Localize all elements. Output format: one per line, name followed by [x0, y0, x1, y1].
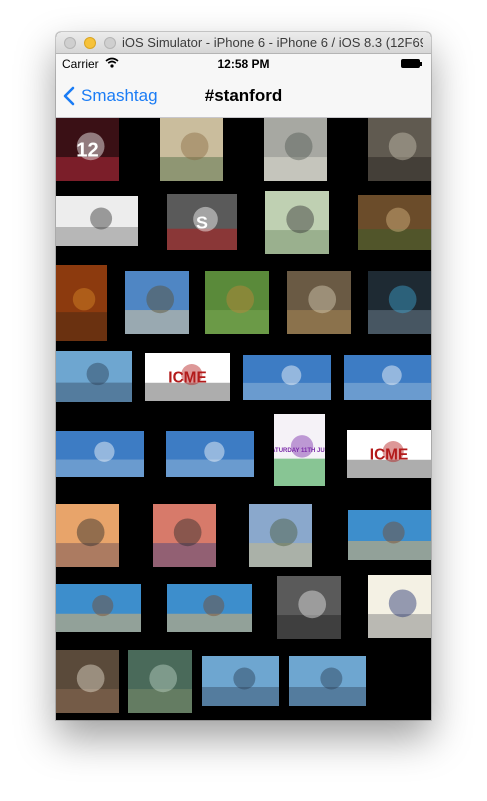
image-thumbnail[interactable]	[125, 271, 189, 334]
svg-text:ICME: ICME	[370, 446, 408, 463]
svg-text:SATURDAY 11TH JULY: SATURDAY 11TH JULY	[274, 448, 325, 454]
nav-title: #stanford	[204, 86, 283, 105]
image-thumbnail[interactable]	[160, 118, 223, 181]
image-thumbnail[interactable]	[128, 650, 192, 713]
svg-text:ICME: ICME	[168, 369, 206, 386]
image-thumbnail[interactable]	[249, 504, 312, 567]
navigation-bar: Smashtag #stanford	[56, 74, 431, 118]
image-thumbnail[interactable]: ICME	[347, 430, 431, 478]
image-thumbnail[interactable]	[289, 656, 366, 706]
image-thumbnail[interactable]	[287, 271, 351, 334]
image-thumbnail[interactable]	[56, 265, 107, 341]
svg-text:S: S	[196, 212, 208, 232]
simulator-window: iOS Simulator - iPhone 6 - iPhone 6 / iO…	[56, 32, 431, 720]
image-thumbnail[interactable]	[166, 431, 254, 477]
tweet-image-grid: 12 S ICME SATURDAY 11TH JULY ICME	[56, 118, 431, 720]
close-window-button[interactable]	[64, 37, 76, 49]
minimize-window-button[interactable]	[84, 37, 96, 49]
image-thumbnail[interactable]	[358, 195, 431, 250]
image-thumbnail[interactable]	[264, 118, 327, 181]
zoom-window-button[interactable]	[104, 37, 116, 49]
status-bar: Carrier 12:58 PM	[56, 54, 431, 74]
image-thumbnail[interactable]	[56, 584, 141, 632]
image-thumbnail[interactable]	[265, 191, 329, 254]
image-thumbnail[interactable]: 12	[56, 118, 119, 181]
status-time: 12:58 PM	[217, 57, 270, 71]
image-thumbnail[interactable]	[344, 355, 431, 400]
svg-text:12: 12	[76, 140, 98, 162]
window-title: iOS Simulator - iPhone 6 - iPhone 6 / iO…	[122, 35, 423, 50]
image-thumbnail[interactable]	[368, 118, 431, 181]
image-thumbnail[interactable]	[56, 351, 132, 402]
image-thumbnail[interactable]	[56, 196, 138, 246]
battery-icon	[401, 59, 423, 69]
image-thumbnail[interactable]	[167, 584, 252, 632]
image-thumbnail[interactable]	[243, 355, 331, 400]
window-titlebar: iOS Simulator - iPhone 6 - iPhone 6 / iO…	[56, 32, 431, 54]
image-thumbnail[interactable]	[153, 504, 216, 567]
image-thumbnail[interactable]	[202, 656, 279, 706]
image-thumbnail[interactable]: ICME	[145, 353, 230, 401]
image-thumbnail[interactable]	[368, 271, 431, 334]
image-thumbnail[interactable]	[205, 271, 269, 334]
image-thumbnail[interactable]: S	[167, 194, 237, 250]
image-thumbnail[interactable]	[277, 576, 341, 639]
image-thumbnail[interactable]	[56, 431, 144, 477]
image-thumbnail[interactable]	[56, 504, 119, 567]
image-thumbnail[interactable]	[368, 575, 431, 638]
image-thumbnail[interactable]	[56, 650, 119, 713]
image-thumbnail[interactable]	[348, 510, 431, 560]
image-thumbnail[interactable]: SATURDAY 11TH JULY	[274, 414, 325, 486]
